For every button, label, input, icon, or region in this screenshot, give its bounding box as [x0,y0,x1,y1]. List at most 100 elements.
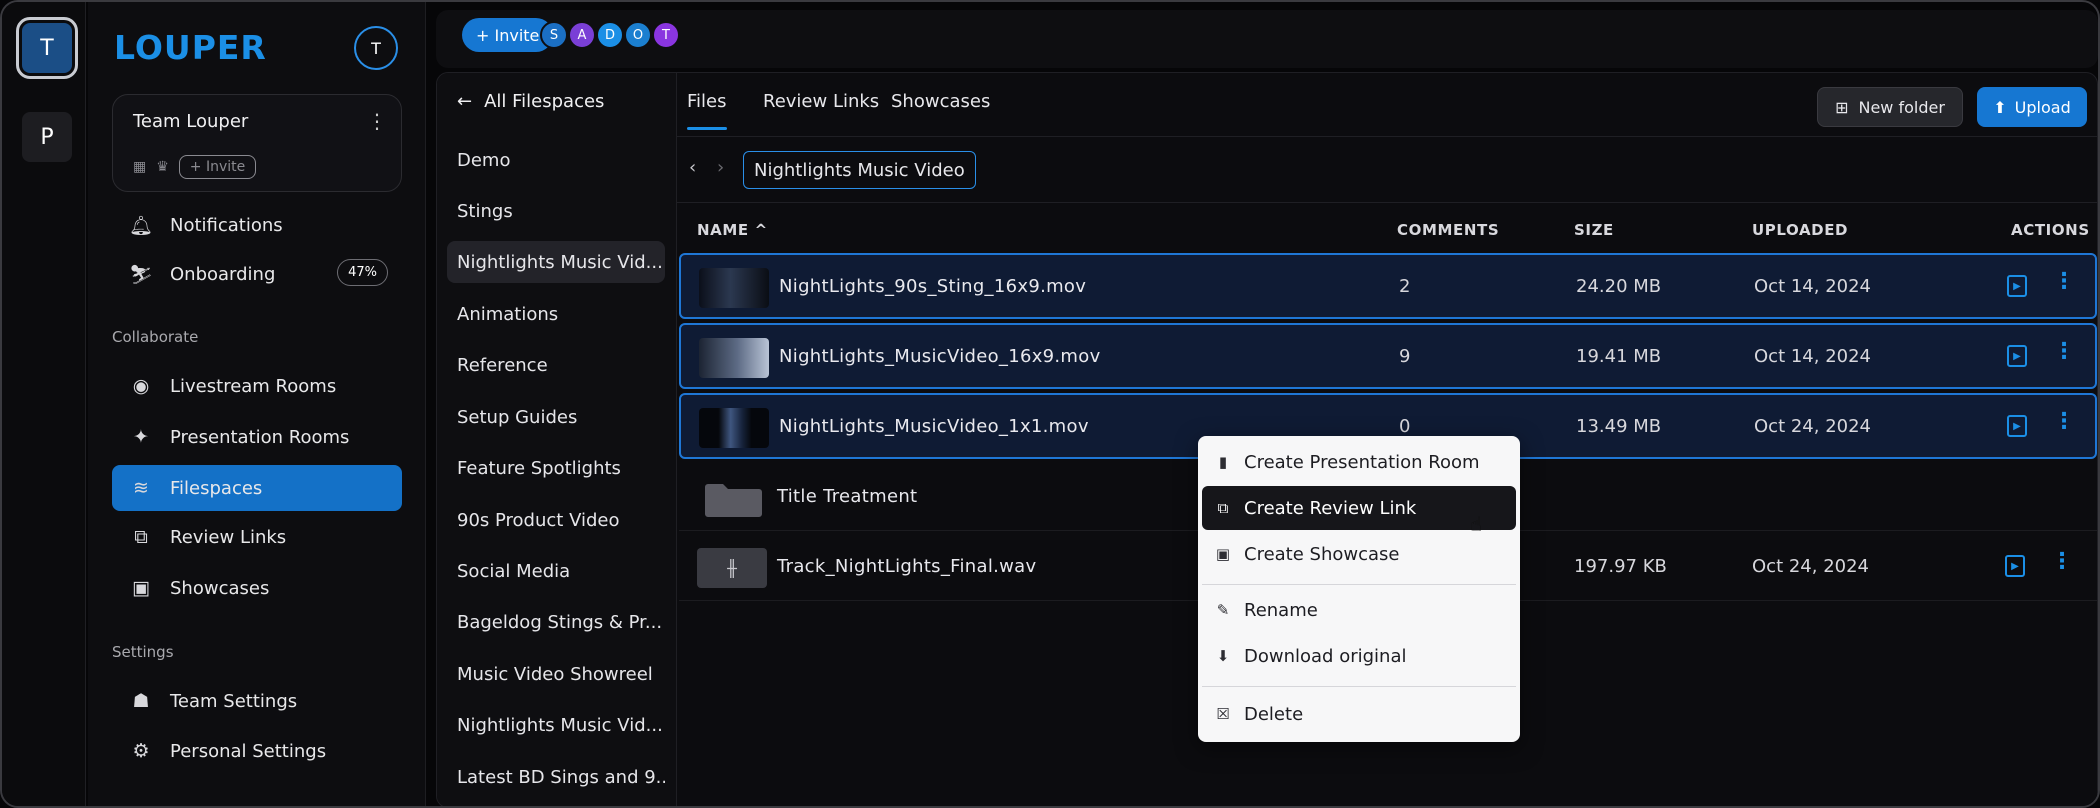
sidebar-item-livestream-rooms[interactable]: ◉ Livestream Rooms [112,363,402,409]
filespace-item[interactable]: Stings [447,190,665,232]
avatar[interactable]: T [354,26,398,70]
column-header-actions: ACTIONS [2011,221,2090,239]
chevron-right-icon[interactable]: › [717,157,724,178]
breadcrumb[interactable]: Nightlights Music Video [743,151,976,189]
menu-item-download-original[interactable]: ⬇ Download original [1202,634,1516,678]
member-avatar[interactable]: T [652,21,680,49]
team-card[interactable]: Team Louper ⋮ ▦ ♛ + Invite [112,94,402,192]
filespace-item[interactable]: Nightlights Music Vid... [447,704,665,746]
filespace-item[interactable]: Social Media [447,550,665,592]
member-avatar[interactable]: O [624,21,652,49]
menu-item-label: Delete [1244,703,1304,725]
more-vertical-icon[interactable]: ⋮ [367,109,387,133]
menu-divider [1202,686,1516,687]
menu-item-create-review-link[interactable]: ⧉ Create Review Link [1202,486,1516,530]
workspace-rail: T P [2,2,86,806]
crown-icon: ♛ [156,159,169,175]
top-bar: + Invite S A D O T [436,10,2098,68]
door-icon: ▮ [1218,453,1228,471]
member-avatar[interactable]: S [540,21,568,49]
team-invite-button[interactable]: + Invite [178,155,257,179]
menu-item-create-presentation-room[interactable]: ▮ Create Presentation Room [1202,440,1516,484]
video-thumbnail [699,338,769,378]
column-header-uploaded: UPLOADED [1752,221,1849,239]
trash-icon: ☒ [1216,705,1230,723]
filespace-item[interactable]: Setup Guides [447,396,665,438]
more-vertical-icon[interactable]: ⋮ [2053,411,2075,433]
play-icon[interactable]: ▶ [2007,275,2027,297]
more-vertical-icon[interactable]: ⋮ [2053,341,2075,363]
more-vertical-icon[interactable]: ⋮ [2053,271,2075,293]
play-icon[interactable]: ▶ [2007,415,2027,437]
table-row[interactable]: NightLights_90s_Sting_16x9.mov 2 24.20 M… [679,253,2097,319]
filespace-item[interactable]: Nightlights Music Vid... [447,241,665,283]
menu-item-label: Create Presentation Room [1244,451,1480,473]
filespace-item[interactable]: Latest BD Sings and 9... [447,756,665,798]
upload-button[interactable]: ⬆ Upload [1977,87,2087,127]
showcase-icon: ▣ [132,577,150,599]
section-label-collaborate: Collaborate [112,328,199,346]
upload-date: Oct 24, 2024 [1752,556,1869,577]
file-name: NightLights_MusicVideo_16x9.mov [779,346,1101,367]
column-header-name[interactable]: NAME ^ [697,221,768,239]
new-folder-label: New folder [1858,97,1945,117]
filespace-item[interactable]: Music Video Showreel [447,653,665,695]
filespace-item[interactable]: Reference [447,344,665,386]
audio-waveform-icon: ╫ [697,548,767,588]
review-link-icon: ⧉ [134,526,148,548]
video-thumbnail [699,408,769,448]
sidebar-item-label: Filespaces [170,477,263,499]
breadcrumb-bar: ‹ › Nightlights Music Video [677,137,2097,203]
sidebar-item-filespaces[interactable]: ≋ Filespaces [112,465,402,511]
menu-item-rename[interactable]: ✎ Rename [1202,588,1516,632]
comment-count: 9 [1399,346,1411,367]
filespace-item[interactable]: Demo [447,139,665,181]
sidebar-item-review-links[interactable]: ⧉ Review Links [112,514,402,560]
sidebar-item-team-settings[interactable]: ☗ Team Settings [112,678,402,724]
menu-item-delete[interactable]: ☒ Delete [1202,692,1516,736]
upload-date: Oct 24, 2024 [1754,416,1871,437]
filespace-item[interactable]: Animations [447,293,665,335]
sidebar-item-label: Review Links [170,526,287,548]
filespace-item[interactable]: Feature Spotlights [447,447,665,489]
upload-icon: ⬆ [1993,97,2007,117]
file-size: 197.97 KB [1574,556,1667,577]
play-icon[interactable]: ▶ [2005,555,2025,577]
table-row[interactable]: NightLights_MusicVideo_16x9.mov 9 19.41 … [679,323,2097,389]
sidebar-item-onboarding[interactable]: ⛷︎ Onboarding 47% [112,251,402,297]
comment-count: 0 [1399,416,1411,437]
sidebar-item-showcases[interactable]: ▣ Showcases [112,565,402,611]
sidebar-item-presentation-rooms[interactable]: ✦ Presentation Rooms [112,414,402,460]
menu-divider [1202,584,1516,585]
menu-item-create-showcase[interactable]: ▣ Create Showcase [1202,532,1516,576]
workspace-t[interactable]: T [16,17,78,79]
tab-files[interactable]: Files [687,91,727,130]
more-vertical-icon[interactable]: ⋮ [2051,551,2073,573]
sort-up-icon[interactable]: ^ [755,221,768,239]
play-icon[interactable]: ▶ [2007,345,2027,367]
sidebar-item-label: Personal Settings [170,740,327,762]
upload-date: Oct 14, 2024 [1754,276,1871,297]
workspace-p[interactable]: P [22,112,72,162]
camera-icon: ▣ [1215,545,1231,563]
member-avatar[interactable]: D [596,21,624,49]
sidebar-item-label: Presentation Rooms [170,426,350,448]
folder-icon [705,484,762,517]
bell-icon: 🔔︎ [128,214,154,237]
tab-showcases[interactable]: Showcases [891,91,990,112]
sidebar-item-label: Team Settings [170,690,298,712]
file-size: 13.49 MB [1576,416,1662,437]
sidebar-item-personal-settings[interactable]: ⚙ Personal Settings [112,728,402,774]
sidebar-item-notifications[interactable]: 🔔︎ Notifications [112,202,402,248]
new-folder-button[interactable]: ⊞ New folder [1817,87,1963,127]
upload-date: Oct 14, 2024 [1754,346,1871,367]
comment-count: 2 [1399,276,1411,297]
all-filespaces-link[interactable]: ← All Filespaces [457,91,604,112]
tab-review-links[interactable]: Review Links [763,91,879,112]
member-avatar[interactable]: A [568,21,596,49]
section-label-settings: Settings [112,643,174,661]
chevron-left-icon[interactable]: ‹ [689,157,696,178]
filespace-item[interactable]: 90s Product Video [447,499,665,541]
sidebar: LOUPER T Team Louper ⋮ ▦ ♛ + Invite 🔔︎ N… [88,2,426,806]
filespace-item[interactable]: Bageldog Stings & Pr... [447,601,665,643]
